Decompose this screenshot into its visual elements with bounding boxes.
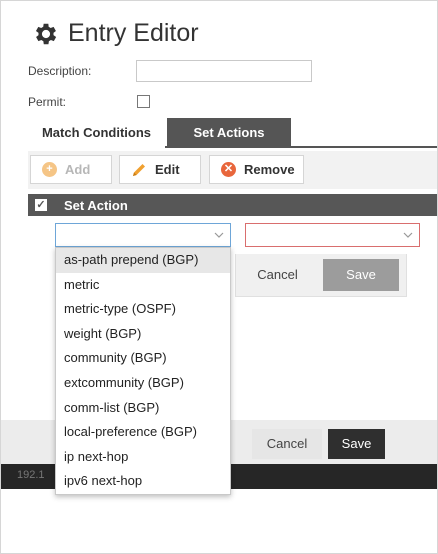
status-text: 192.1 (17, 469, 45, 481)
dropdown-option[interactable]: weight (BGP) (56, 322, 230, 347)
description-label: Description: (28, 64, 92, 78)
remove-button-label: Remove (244, 162, 295, 177)
add-icon: + (42, 162, 57, 177)
tab-set-actions[interactable]: Set Actions (167, 118, 291, 148)
dropdown-option[interactable]: metric-type (OSPF) (56, 297, 230, 322)
dropdown-option[interactable]: comm-list (BGP) (56, 396, 230, 421)
edit-button[interactable]: Edit (119, 155, 201, 184)
remove-icon: ✕ (221, 162, 236, 177)
permit-checkbox[interactable] (137, 95, 150, 108)
dropdown-option[interactable]: ipv6 next-hop (56, 469, 230, 494)
gear-icon (35, 23, 57, 44)
dropdown-option[interactable]: local-preference (BGP) (56, 420, 230, 445)
row-cancel-button[interactable]: Cancel (240, 259, 315, 291)
description-input[interactable] (136, 60, 312, 82)
row-editor-actions: Cancel Save (235, 254, 407, 297)
save-button[interactable]: Save (328, 429, 385, 459)
entry-editor-dialog: Entry Editor Description: Permit: Match … (0, 0, 438, 554)
set-action-column-header: Set Action (64, 198, 128, 213)
add-button[interactable]: + Add (30, 155, 112, 184)
set-action-select[interactable] (55, 223, 231, 247)
dialog-title-text: Entry Editor (68, 19, 199, 47)
pencil-icon (133, 163, 145, 176)
grid-header: ✓ Set Action (28, 194, 437, 216)
dropdown-option[interactable]: extcommunity (BGP) (56, 371, 230, 396)
tab-bar: Match Conditions Set Actions (28, 118, 437, 148)
dialog-title: Entry Editor (32, 19, 199, 48)
dropdown-option[interactable]: metric (56, 273, 230, 298)
set-value-select[interactable] (245, 223, 420, 247)
dropdown-option[interactable]: ip next-hop (56, 445, 230, 470)
cancel-button[interactable]: Cancel (252, 429, 322, 459)
edit-button-label: Edit (155, 162, 180, 177)
chevron-down-icon (214, 232, 224, 238)
tab-match-conditions[interactable]: Match Conditions (28, 118, 165, 148)
add-button-label: Add (65, 162, 91, 177)
permit-label: Permit: (28, 95, 67, 109)
select-all-checkbox[interactable]: ✓ (35, 199, 47, 211)
chevron-down-icon (403, 232, 413, 238)
dropdown-option[interactable]: community (BGP) (56, 346, 230, 371)
row-save-button[interactable]: Save (323, 259, 399, 291)
remove-button[interactable]: ✕ Remove (209, 155, 304, 184)
set-action-dropdown-list: as-path prepend (BGP) metric metric-type… (55, 247, 231, 495)
dropdown-option[interactable]: as-path prepend (BGP) (56, 248, 230, 273)
grid-toolbar: + Add Edit ✕ Remove (28, 151, 437, 189)
